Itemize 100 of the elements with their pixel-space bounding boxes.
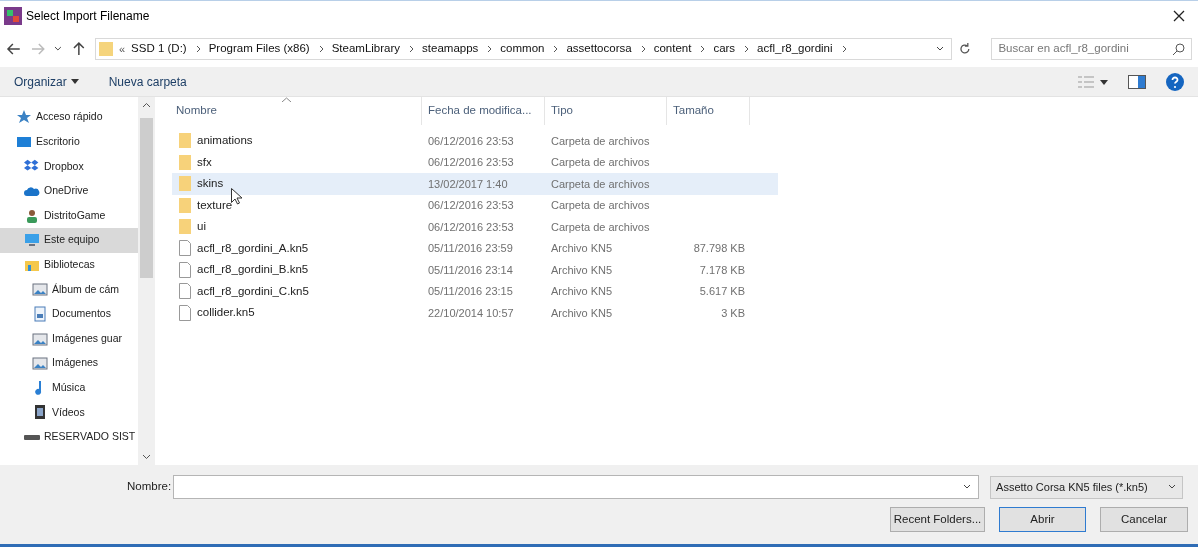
file-row[interactable]: animations 06/12/2016 23:53 Carpeta de archivos: [172, 130, 778, 152]
star-icon: [16, 109, 32, 126]
file-name: texture: [197, 197, 233, 213]
chevron-right-icon[interactable]: [840, 45, 849, 53]
folder-icon: [179, 133, 191, 149]
sidebar-item[interactable]: Música: [0, 375, 138, 401]
help-icon[interactable]: [1166, 72, 1184, 91]
file-size: 3 KB: [721, 305, 745, 321]
scroll-down-icon[interactable]: [142, 452, 151, 461]
file-row[interactable]: acfl_r8_gordini_B.kn5 05/11/2016 23:14 Archivo KN5 7.178 KB: [172, 259, 778, 281]
sidebar-item[interactable]: Imágenes guar: [0, 326, 138, 351]
dialog-button[interactable]: Abrir: [999, 507, 1086, 532]
breadcrumb[interactable]: Program Files (x86): [208, 40, 310, 58]
modified-date: 06/12/2016 23:53: [427, 155, 515, 170]
sidebar-item[interactable]: Dropbox: [0, 154, 138, 179]
chevron-right-icon[interactable]: [639, 45, 648, 53]
breadcrumb[interactable]: acfl_r8_gordini: [757, 40, 833, 58]
file-type: Carpeta de archivos: [550, 133, 651, 149]
breadcrumb[interactable]: cars: [713, 40, 736, 58]
column-header[interactable]: Tamaño: [667, 97, 750, 125]
file-row[interactable]: acfl_r8_gordini_C.kn5 05/11/2016 23:15 Archivo KN5 5.617 KB: [172, 280, 778, 302]
file-name: acfl_r8_gordini_B.kn5: [197, 262, 309, 278]
column-header[interactable]: Nombre: [155, 97, 422, 125]
file-name: skins: [197, 176, 224, 192]
chevron-right-icon[interactable]: [194, 45, 203, 53]
scroll-up-icon[interactable]: [142, 101, 151, 110]
file-name: sfx: [197, 154, 212, 170]
file-row[interactable]: skins 13/02/2017 1:40 Carpeta de archivos: [172, 173, 778, 195]
file-row[interactable]: ui 06/12/2016 23:53 Carpeta de archivos: [172, 216, 778, 238]
sidebar-item[interactable]: DistritoGame: [0, 203, 138, 228]
file-icon: [179, 283, 191, 300]
picture-icon: [32, 281, 48, 298]
file-type-dropdown[interactable]: Assetto Corsa KN5 files (*.kn5): [990, 475, 1184, 499]
file-size: 7.178 KB: [699, 262, 745, 278]
dialog-button[interactable]: Recent Folders...: [890, 507, 985, 532]
address-bar[interactable]: « SSD 1 (D:) Program Files (x86) SteamLibrary steamapps common assettocorsa content cars acfl_r8_gordini: [95, 38, 952, 60]
dialog-button[interactable]: Cancelar: [1100, 507, 1188, 532]
sidebar-item[interactable]: OneDrive: [0, 178, 138, 204]
file-type: Carpeta de archivos: [550, 198, 651, 213]
overflow-mark: «: [119, 41, 126, 57]
file-row[interactable]: texture 06/12/2016 23:53 Carpeta de archivos: [172, 194, 778, 216]
app-icon: [4, 7, 22, 25]
sidebar-item[interactable]: Bibliotecas: [0, 252, 138, 278]
modified-date: 06/12/2016 23:53: [427, 133, 515, 149]
file-name: acfl_r8_gordini_C.kn5: [197, 283, 309, 299]
drive-icon: [24, 434, 40, 440]
breadcrumb[interactable]: steamapps: [422, 40, 479, 58]
document-icon: [32, 306, 48, 323]
modified-date: 13/02/2017 1:40: [427, 176, 509, 192]
file-name: acfl_r8_gordini_A.kn5: [197, 240, 309, 256]
film-icon: [32, 404, 48, 421]
sidebar-item[interactable]: Escritorio: [0, 129, 138, 155]
file-icon: [179, 261, 191, 278]
search-field[interactable]: Buscar en acfl_r8_gordini: [991, 38, 1192, 60]
sidebar-item[interactable]: Álbum de cám: [0, 277, 138, 302]
breadcrumb[interactable]: SteamLibrary: [331, 40, 401, 58]
file-type: Carpeta de archivos: [550, 176, 651, 192]
picture-icon: [32, 330, 48, 347]
filename-field[interactable]: [173, 475, 980, 499]
file-type: Archivo KN5: [550, 305, 614, 321]
file-icon: [179, 240, 191, 257]
folder-icon: [179, 154, 191, 170]
column-header[interactable]: Fecha de modifica...: [422, 97, 545, 125]
breadcrumb[interactable]: common: [500, 40, 545, 58]
scrollbar[interactable]: [138, 97, 155, 465]
file-name: animations: [197, 133, 253, 149]
view-options-icon[interactable]: [1078, 75, 1108, 88]
breadcrumb[interactable]: SSD 1 (D:): [131, 40, 187, 58]
sidebar-item[interactable]: Imágenes: [0, 350, 138, 376]
file-size: 5.617 KB: [699, 284, 745, 299]
modified-date: 06/12/2016 23:53: [427, 219, 515, 235]
file-type: Archivo KN5: [550, 284, 614, 299]
picture-icon: [32, 355, 48, 372]
file-row[interactable]: acfl_r8_gordini_A.kn5 05/11/2016 23:59 Archivo KN5 87.798 KB: [172, 237, 778, 259]
refresh-icon[interactable]: [957, 42, 972, 56]
back-arrow-icon[interactable]: [6, 41, 22, 57]
sidebar-item[interactable]: Este equipo: [0, 227, 138, 253]
search-input[interactable]: Buscar en acfl_r8_gordini: [998, 40, 1172, 58]
organize-button[interactable]: Organizar: [14, 72, 79, 91]
breadcrumb[interactable]: content: [653, 40, 692, 58]
file-row[interactable]: collider.kn5 22/10/2014 10:57 Archivo KN5 3 KB: [172, 302, 778, 324]
breadcrumb[interactable]: assettocorsa: [566, 40, 632, 58]
up-arrow-icon[interactable]: [71, 41, 87, 57]
new-folder-button[interactable]: Nueva carpeta: [108, 72, 187, 91]
sidebar-item[interactable]: RESERVADO SIST: [0, 424, 138, 450]
sidebar-item[interactable]: Vídeos: [0, 400, 138, 425]
search-icon: [1172, 42, 1185, 56]
sidebar-item[interactable]: Documentos: [0, 301, 138, 327]
modified-date: 22/10/2014 10:57: [427, 305, 515, 321]
folder-icon: [99, 41, 113, 57]
window-title: Select Import Filename: [26, 8, 150, 25]
modified-date: 05/11/2016 23:59: [427, 241, 514, 256]
column-header[interactable]: Tipo: [545, 97, 667, 125]
sidebar-item[interactable]: Acceso rápido: [0, 105, 138, 130]
preview-pane-icon[interactable]: [1128, 74, 1146, 89]
file-type: Carpeta de archivos: [550, 155, 651, 170]
file-row[interactable]: sfx 06/12/2016 23:53 Carpeta de archivos: [172, 151, 778, 173]
modified-date: 05/11/2016 23:15: [427, 284, 514, 299]
chevron-right-icon[interactable]: [317, 45, 326, 53]
modified-date: 05/11/2016 23:14: [427, 262, 514, 278]
